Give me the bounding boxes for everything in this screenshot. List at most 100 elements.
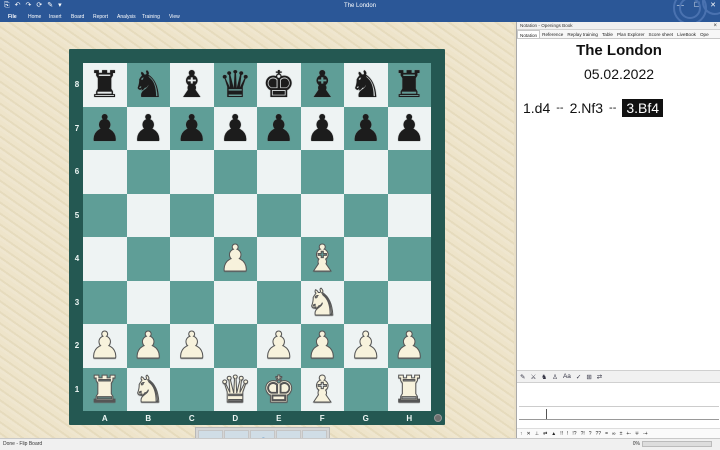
black-rook-icon[interactable]: ♜	[88, 66, 121, 103]
annotation-symbol[interactable]: ⇄	[543, 429, 547, 438]
annotation-symbol[interactable]: ±	[620, 429, 623, 438]
square-f1[interactable]: ♝	[300, 367, 344, 411]
square-d8[interactable]: ♛	[213, 63, 257, 107]
annotation-symbol[interactable]: ??	[596, 429, 602, 438]
square-c1[interactable]	[170, 367, 214, 411]
tab-report[interactable]: Report	[93, 12, 108, 22]
square-d3[interactable]	[213, 280, 257, 324]
annotation-symbol[interactable]: !!	[560, 429, 563, 438]
square-f2[interactable]: ♟	[300, 324, 344, 368]
square-a7[interactable]: ♟	[83, 106, 127, 150]
annotation-symbol[interactable]: !	[567, 429, 568, 438]
white-pawn-icon[interactable]: ♟	[392, 327, 426, 365]
black-pawn-icon[interactable]: ♟	[175, 110, 208, 147]
move-1[interactable]: 1.d4	[523, 100, 550, 116]
square-e3[interactable]	[257, 280, 301, 324]
square-g7[interactable]: ♟	[344, 106, 388, 150]
square-g8[interactable]: ♞	[344, 63, 388, 107]
square-e8[interactable]: ♚	[257, 63, 301, 107]
square-g2[interactable]: ♟	[344, 324, 388, 368]
black-pawn-icon[interactable]: ♟	[88, 110, 121, 147]
tab-training[interactable]: Training	[142, 12, 160, 22]
square-c5[interactable]	[170, 193, 214, 237]
white-pawn-icon[interactable]: ♟	[175, 327, 209, 365]
square-a1[interactable]: ♜	[83, 367, 127, 411]
square-d6[interactable]	[213, 150, 257, 194]
square-h2[interactable]: ♟	[387, 324, 431, 368]
white-pawn-icon[interactable]: ♟	[88, 327, 122, 365]
white-pawn-icon[interactable]: ♟	[305, 327, 339, 365]
zoom-slider[interactable]	[642, 441, 712, 447]
square-g4[interactable]	[344, 237, 388, 281]
tab-notation[interactable]: Notation	[517, 30, 541, 38]
text-tool-icon[interactable]: Aa	[563, 373, 571, 380]
square-e4[interactable]	[257, 237, 301, 281]
square-h3[interactable]	[387, 280, 431, 324]
black-king-icon[interactable]: ♚	[262, 66, 295, 103]
square-f5[interactable]	[300, 193, 344, 237]
white-knight-icon[interactable]: ♞	[305, 283, 339, 321]
square-d1[interactable]: ♛	[213, 367, 257, 411]
square-b7[interactable]: ♟	[126, 106, 170, 150]
black-pawn-icon[interactable]: ♟	[349, 110, 382, 147]
square-d4[interactable]: ♟	[213, 237, 257, 281]
white-queen-icon[interactable]: ♛	[218, 370, 252, 408]
annotation-symbol[interactable]: ∞	[612, 429, 616, 438]
check-tool-icon[interactable]: ✓	[576, 373, 581, 381]
black-pawn-icon[interactable]: ♟	[132, 110, 165, 147]
chess-board[interactable]: ♜ ♞ ♝ ♛ ♚ ♝ ♞ ♜ ♟ ♟ ♟ ♟ ♟ ♟ ♟ ♟ ♟ ♝ ♞ ♟ ♟ ♟ ♟ ♟ ♟ ♟ ♜ ♞ ♛ ♚ ♝ ♜	[83, 63, 431, 411]
square-b2[interactable]: ♟	[126, 324, 170, 368]
edit-tool-icon[interactable]: ✎	[520, 373, 525, 381]
square-c6[interactable]	[170, 150, 214, 194]
tab-table[interactable]: Table	[600, 30, 615, 38]
annotation-symbol[interactable]: ✕	[527, 429, 531, 438]
white-rook-icon[interactable]: ♜	[88, 370, 122, 408]
square-f7[interactable]: ♟	[300, 106, 344, 150]
square-h6[interactable]	[387, 150, 431, 194]
square-e7[interactable]: ♟	[257, 106, 301, 150]
square-h5[interactable]	[387, 193, 431, 237]
white-king-icon[interactable]: ♚	[262, 370, 296, 408]
move-2[interactable]: 2.Nf3	[570, 100, 603, 116]
tab-file[interactable]: File	[8, 12, 17, 22]
annotation-symbol[interactable]: ↑	[520, 429, 523, 438]
black-pawn-icon[interactable]: ♟	[219, 110, 252, 147]
tab-home[interactable]: Home	[28, 12, 41, 22]
attack-tool-icon[interactable]: ⚔	[530, 373, 536, 381]
tab-analysis[interactable]: Analysis	[117, 12, 136, 22]
square-a2[interactable]: ♟	[83, 324, 127, 368]
swap-tool-icon[interactable]: ⇄	[597, 373, 602, 381]
square-b1[interactable]: ♞	[126, 367, 170, 411]
grid-tool-icon[interactable]: ⊞	[586, 373, 591, 381]
white-pawn-icon[interactable]: ♟	[349, 327, 383, 365]
square-f3[interactable]: ♞	[300, 280, 344, 324]
square-b3[interactable]	[126, 280, 170, 324]
square-e5[interactable]	[257, 193, 301, 237]
current-move[interactable]: 3.Bf4	[622, 99, 664, 117]
square-g1[interactable]	[344, 367, 388, 411]
black-knight-icon[interactable]: ♞	[132, 66, 165, 103]
square-f8[interactable]: ♝	[300, 63, 344, 107]
white-knight-icon[interactable]: ♞	[131, 370, 165, 408]
square-b5[interactable]	[126, 193, 170, 237]
white-bishop-icon[interactable]: ♝	[305, 240, 339, 278]
square-h4[interactable]	[387, 237, 431, 281]
square-b8[interactable]: ♞	[126, 63, 170, 107]
tab-score-sheet[interactable]: Score sheet	[647, 30, 676, 38]
square-a3[interactable]	[83, 280, 127, 324]
white-pawn-icon[interactable]: ♟	[262, 327, 296, 365]
pawn-tool-icon[interactable]: ♙	[552, 373, 558, 381]
square-e1[interactable]: ♚	[257, 367, 301, 411]
tab-plan-explorer[interactable]: Plan Explorer	[615, 30, 647, 38]
square-d5[interactable]	[213, 193, 257, 237]
black-pawn-icon[interactable]: ♟	[306, 110, 339, 147]
evaluation-graph[interactable]	[519, 406, 719, 426]
tab-board[interactable]: Board	[71, 12, 84, 22]
annotation-symbol[interactable]: +-	[626, 429, 631, 438]
tab-replay-training[interactable]: Replay training	[565, 30, 600, 38]
black-queen-icon[interactable]: ♛	[219, 66, 252, 103]
square-g6[interactable]	[344, 150, 388, 194]
tab-livebook[interactable]: LiveBook	[675, 30, 698, 38]
white-pawn-icon[interactable]: ♟	[218, 240, 252, 278]
tab-insert[interactable]: Insert	[49, 12, 62, 22]
